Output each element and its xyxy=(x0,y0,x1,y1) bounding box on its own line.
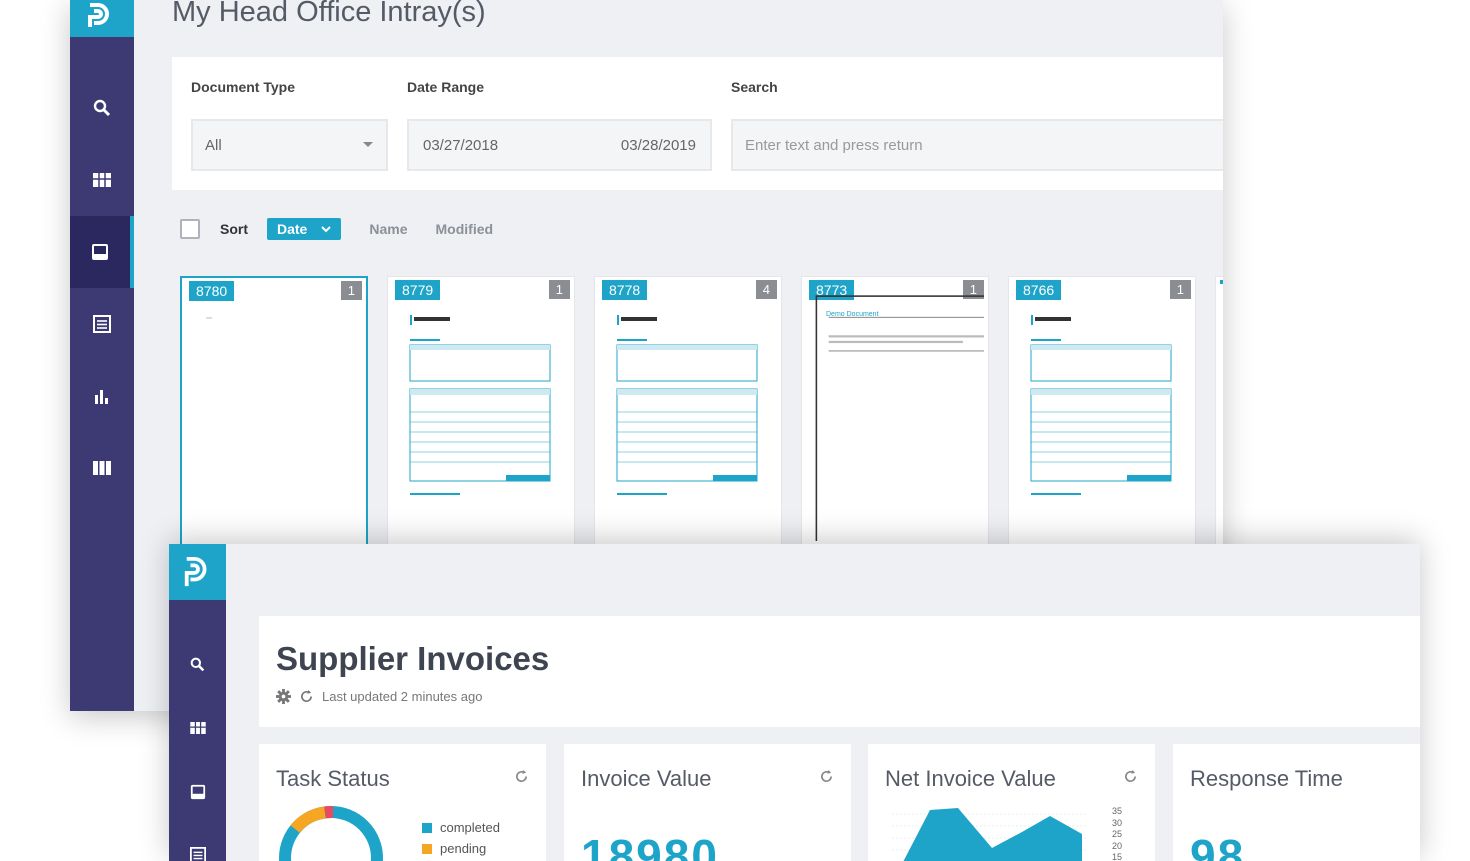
document-card[interactable]: 8778 4 xyxy=(594,276,782,556)
y-tick-label: 35 xyxy=(1112,806,1123,816)
sort-label: Sort xyxy=(220,221,248,237)
date-range-picker[interactable]: 03/27/2018 03/28/2019 xyxy=(407,119,712,171)
y-tick-label: 30 xyxy=(1112,817,1123,828)
refresh-icon[interactable] xyxy=(820,770,833,783)
gear-icon[interactable] xyxy=(276,689,291,704)
demo-document-thumbnail xyxy=(815,295,984,541)
refresh-icon[interactable] xyxy=(1124,770,1137,783)
sidebar xyxy=(169,544,226,861)
chevron-down-icon xyxy=(321,225,332,232)
response-time-widget: Response Time 98 xyxy=(1173,744,1420,861)
document-id: 8780 xyxy=(189,281,235,301)
document-type-label: Document Type xyxy=(191,79,295,95)
refresh-icon[interactable] xyxy=(300,690,313,703)
invoice-thumbnail xyxy=(1030,315,1172,495)
net-invoice-value-widget: Net Invoice Value 35 30 25 20 15 xyxy=(868,744,1155,861)
invoice-thumbnail xyxy=(409,315,551,495)
invoice-value-widget: Invoice Value 18980 xyxy=(564,744,851,861)
page-count-badge: 1 xyxy=(548,280,570,299)
document-id-partial xyxy=(1220,280,1223,284)
legend-item: completed xyxy=(422,820,500,835)
list-icon[interactable] xyxy=(169,835,226,861)
legend-label: completed xyxy=(440,820,500,835)
sort-name-option[interactable]: Name xyxy=(369,221,407,237)
document-card[interactable] xyxy=(1215,276,1223,556)
widget-title: Invoice Value xyxy=(581,766,712,791)
demo-document-title: Demo Document xyxy=(826,311,879,318)
dashboard-header: Supplier Invoices Last updated 2 minutes… xyxy=(259,616,1420,727)
sidebar xyxy=(70,0,134,711)
app-logo[interactable] xyxy=(169,544,226,600)
y-axis-ticks: 35 30 25 20 15 xyxy=(1112,806,1122,861)
sort-date-button[interactable]: Date xyxy=(267,218,342,240)
page-count-badge: 1 xyxy=(1169,280,1191,299)
y-tick-label: 25 xyxy=(1112,829,1123,839)
sort-bar: Sort Date Name Modified xyxy=(180,217,493,241)
document-thumbnail xyxy=(206,317,212,319)
document-id: 8779 xyxy=(395,280,441,300)
legend-label: pending xyxy=(440,841,487,856)
search-icon[interactable] xyxy=(169,644,226,684)
widget-title: Response Time xyxy=(1190,766,1343,791)
document-id: 8778 xyxy=(602,280,648,300)
y-tick-label: 20 xyxy=(1112,840,1123,851)
search-label: Search xyxy=(731,79,778,95)
document-card[interactable]: 8766 1 xyxy=(1008,276,1196,556)
invoice-value-number: 18980 xyxy=(581,830,719,861)
grid-icon[interactable] xyxy=(169,708,226,748)
widget-title: Net Invoice Value xyxy=(885,766,1056,791)
document-type-value: All xyxy=(205,136,222,154)
widget-title: Task Status xyxy=(276,766,390,791)
document-card[interactable]: 8779 1 xyxy=(387,276,575,556)
page-count-badge: 4 xyxy=(755,280,777,299)
date-range-label: Date Range xyxy=(407,79,485,95)
legend-item: pending xyxy=(422,841,486,856)
donut-chart xyxy=(279,805,383,861)
document-card[interactable]: 8780 1 xyxy=(180,276,368,556)
select-all-checkbox[interactable] xyxy=(180,219,200,239)
page-count-badge: 1 xyxy=(340,281,362,300)
document-type-select[interactable]: All xyxy=(191,119,388,171)
document-id: 8766 xyxy=(1016,280,1062,300)
document-card[interactable]: 8773 1 Demo Document xyxy=(801,276,989,556)
last-updated-text: Last updated 2 minutes ago xyxy=(322,689,483,704)
page-title: Supplier Invoices xyxy=(276,640,550,677)
chevron-down-icon xyxy=(363,142,373,147)
refresh-icon[interactable] xyxy=(515,770,528,783)
search-icon[interactable] xyxy=(70,72,134,144)
intray-icon[interactable] xyxy=(70,216,134,288)
sort-modified-option[interactable]: Modified xyxy=(436,221,494,237)
date-to[interactable]: 03/28/2019 xyxy=(621,137,696,154)
last-updated-row: Last updated 2 minutes ago xyxy=(276,689,482,704)
filter-panel: Document Type All Date Range 03/27/2018 … xyxy=(172,57,1223,190)
sort-date-label: Date xyxy=(277,221,308,237)
bar-chart-icon[interactable] xyxy=(70,360,134,432)
list-icon[interactable] xyxy=(70,288,134,360)
date-from[interactable]: 03/27/2018 xyxy=(423,137,498,154)
page-title: My Head Office Intray(s) xyxy=(172,0,486,28)
task-status-widget: Task Status completed pending xyxy=(259,744,546,861)
grid-icon[interactable] xyxy=(70,144,134,216)
dashboard-window: Supplier Invoices Last updated 2 minutes… xyxy=(169,544,1420,861)
response-time-number: 98 xyxy=(1190,830,1246,861)
search-input[interactable]: Enter text and press return xyxy=(731,119,1223,171)
app-logo[interactable] xyxy=(70,0,134,37)
y-tick-label: 15 xyxy=(1112,852,1123,861)
columns-icon[interactable] xyxy=(70,432,134,504)
intray-icon[interactable] xyxy=(169,772,226,812)
invoice-thumbnail xyxy=(616,315,758,495)
area-chart xyxy=(892,808,1088,861)
